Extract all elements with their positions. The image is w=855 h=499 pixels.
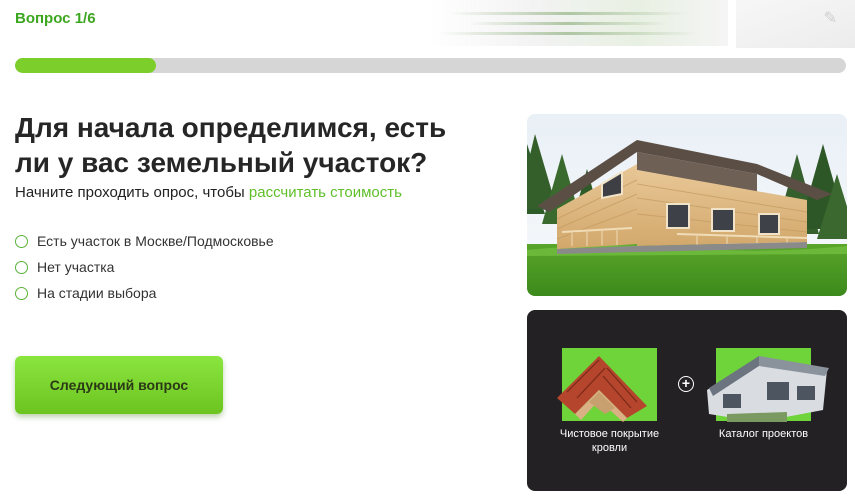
radio-button[interactable] [15,234,28,248]
question-subtitle: Начните проходить опрос, чтобы рассчитат… [15,184,402,201]
option-no-plot[interactable]: Нет участка [15,254,274,280]
header-corner-decoration: ✎ [736,0,855,48]
option-has-plot[interactable]: Есть участок в Москве/Подмосковье [15,228,274,254]
next-question-button[interactable]: Следующий вопрос [15,356,223,414]
radio-button[interactable] [15,260,28,274]
option-label: Нет участка [37,259,115,275]
promo-card[interactable]: + Чистовое покрытие кровли Каталог проек… [527,310,847,491]
promo-caption-roofing: Чистовое покрытие кровли [559,428,660,454]
question-counter: Вопрос 1/6 [15,10,96,27]
log-house-illustration [527,114,847,296]
house-image [527,114,847,296]
promo-graphics [557,348,829,422]
header-decoration [428,0,728,46]
progress-bar [15,58,846,73]
calculate-cost-link[interactable]: рассчитать стоимость [249,184,402,201]
promo-caption-catalog: Каталог проектов [718,428,809,440]
option-label: На стадии выбора [37,285,157,301]
question-title: Для начала определимся, есть ли у вас зе… [15,112,447,178]
answer-options: Есть участок в Москве/Подмосковье Нет уч… [15,228,274,306]
option-choosing[interactable]: На стадии выбора [15,280,274,306]
progress-bar-fill [15,58,157,73]
option-label: Есть участок в Москве/Подмосковье [37,233,274,249]
radio-button[interactable] [15,286,28,300]
leaf-icon: ✎ [823,10,837,27]
plus-circle-icon: + [678,376,694,392]
subtitle-text: Начните проходить опрос, чтобы [15,184,249,201]
